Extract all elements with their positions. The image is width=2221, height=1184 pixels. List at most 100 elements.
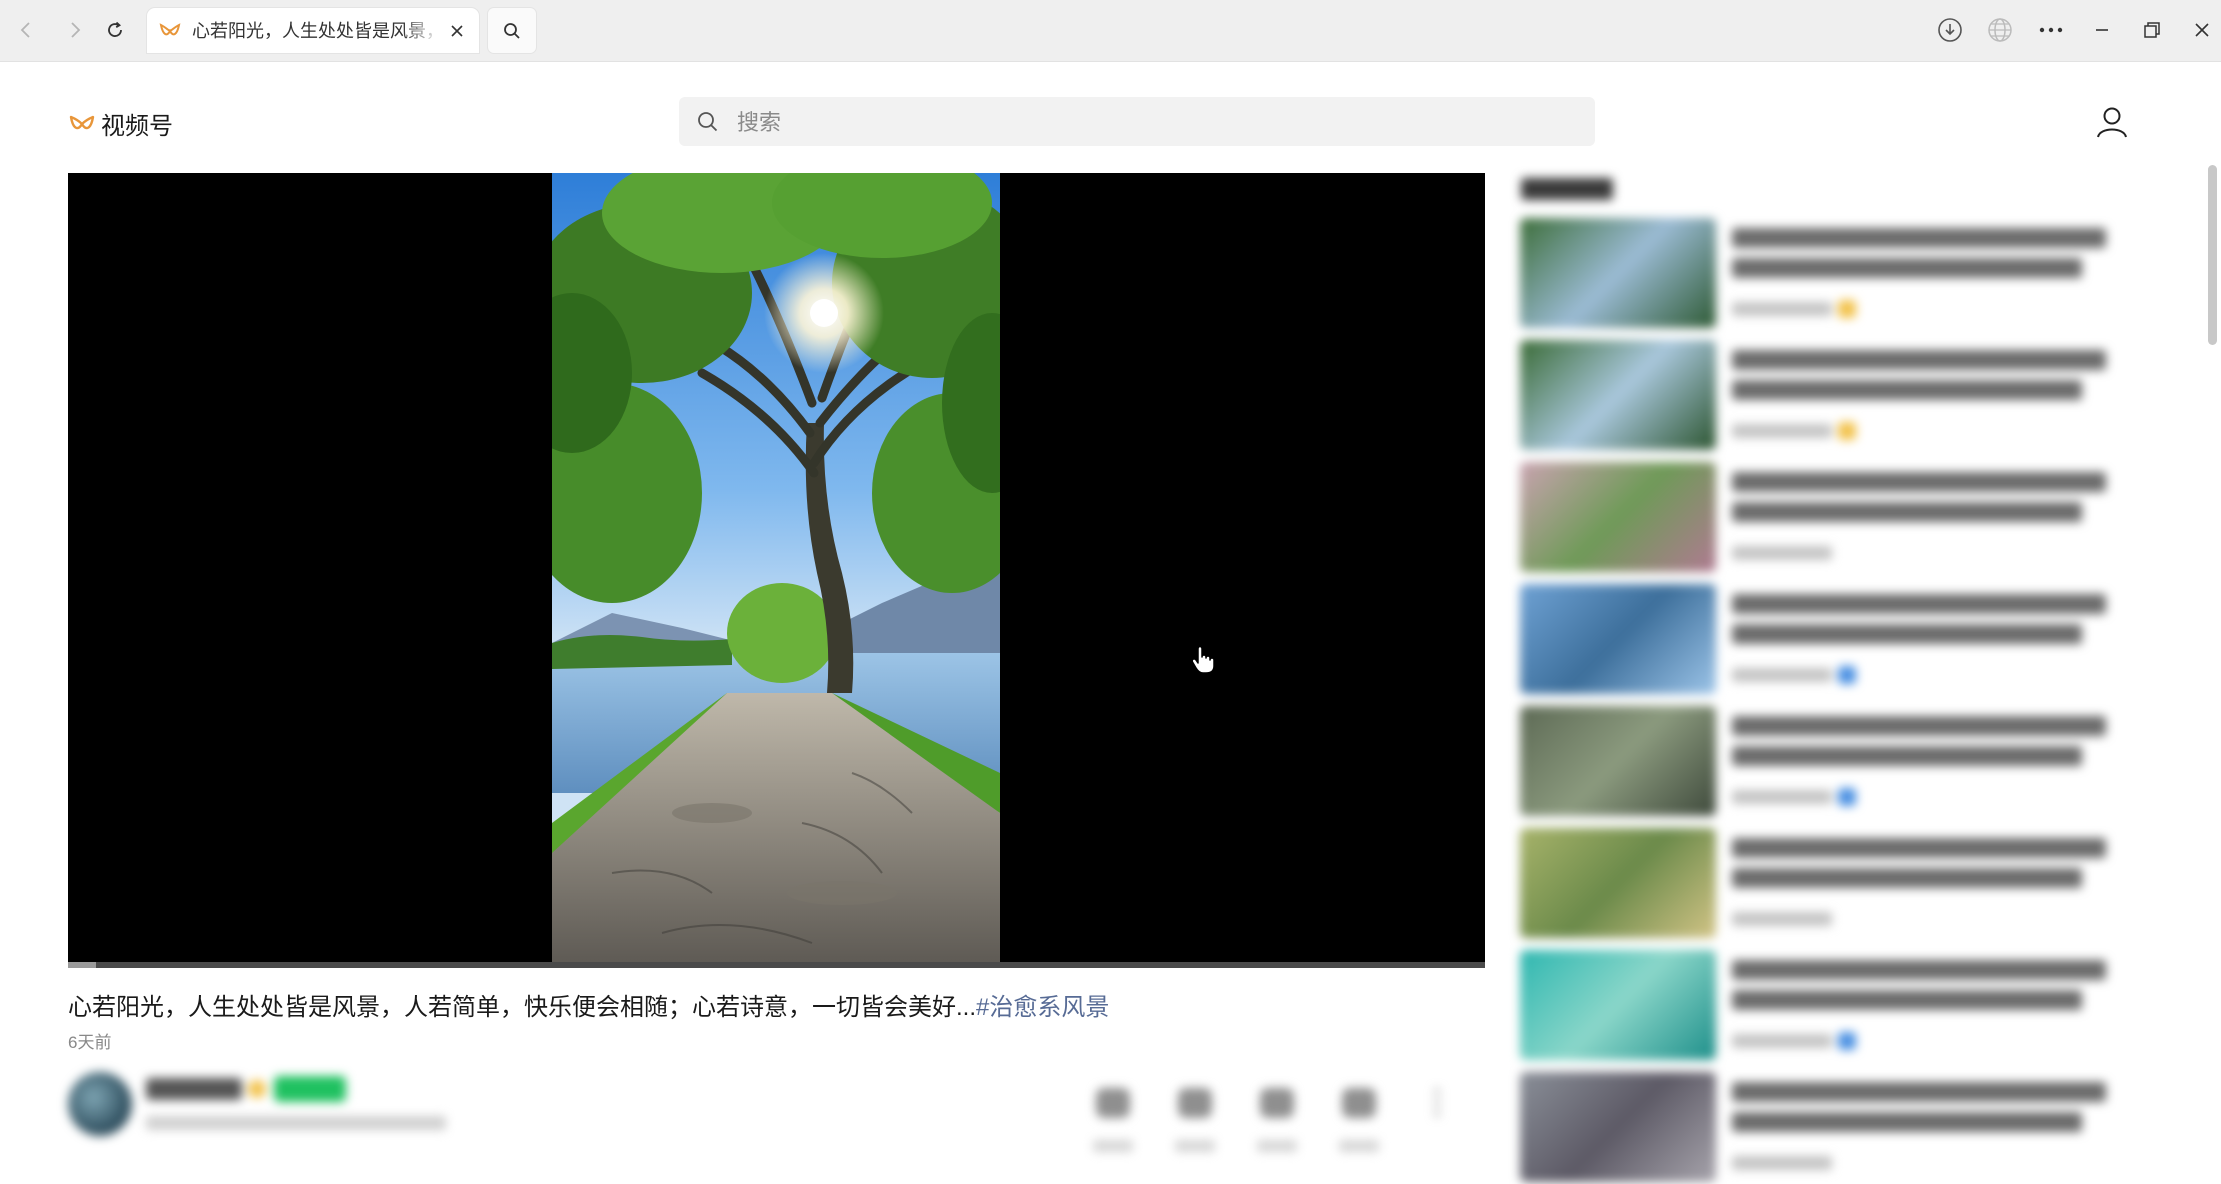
search-icon [504, 22, 520, 39]
recommended-thumbnail[interactable] [1520, 462, 1716, 572]
search-icon [698, 112, 718, 132]
recommended-thumbnail[interactable] [1520, 218, 1716, 328]
back-button[interactable] [10, 14, 42, 46]
forward-arrow-icon [71, 22, 81, 38]
recommended-title-line [1732, 1112, 2082, 1132]
avatar[interactable] [68, 1072, 132, 1136]
comment-button[interactable] [1334, 1080, 1384, 1152]
recommended-badge-icon [1838, 1032, 1856, 1050]
recommended-thumbnail[interactable] [1520, 1072, 1716, 1182]
hand-pointer-icon [1191, 645, 1215, 674]
minimize-button[interactable] [2085, 14, 2119, 46]
recommended-meta [1732, 668, 1832, 682]
recommended-meta [1732, 546, 1832, 560]
recommended-badge-icon [1838, 422, 1856, 440]
recommended-title-line [1732, 838, 2106, 858]
recommended-title-line [1732, 472, 2106, 492]
browser-search-button[interactable] [488, 8, 536, 53]
restore-button[interactable] [2135, 14, 2169, 46]
like-button[interactable] [1088, 1080, 1138, 1152]
browser-toolbar: 心若阳光，人生处处皆是风景，人若简单，快乐便会相随；心若诗意，一切皆会美好...… [0, 0, 2221, 62]
recommended-meta [1732, 790, 1832, 804]
back-arrow-icon [20, 22, 30, 38]
tab-title: 心若阳光，人生处处皆是风景，人若简单，快乐便会相随；心若诗意，一切皆会美好...… [192, 21, 440, 41]
recommended-item[interactable] [1520, 828, 2110, 940]
video-description: 心若阳光，人生处处皆是风景，人若简单，快乐便会相随；心若诗意，一切皆会美好...… [68, 987, 1109, 1022]
recommended-title-line [1732, 960, 2106, 980]
comment-count [1339, 1140, 1379, 1152]
channels-favicon-icon [159, 23, 181, 36]
reload-button[interactable] [99, 14, 131, 46]
close-icon [2195, 23, 2209, 37]
video-frame [552, 173, 1000, 964]
minimize-icon [2096, 29, 2108, 31]
recommended-item[interactable] [1520, 706, 2110, 818]
translate-button[interactable] [1983, 14, 2017, 46]
recommended-title-line [1732, 868, 2082, 888]
favorite-button[interactable] [1252, 1080, 1302, 1152]
user-profile-button[interactable] [2094, 104, 2130, 140]
recommended-item[interactable] [1520, 462, 2110, 574]
forward-button[interactable] [59, 14, 91, 46]
page-scrollbar[interactable] [2208, 165, 2217, 345]
download-icon [1938, 18, 1962, 42]
recommended-thumbnail[interactable] [1520, 828, 1716, 938]
globe-icon [1988, 18, 2012, 42]
recommended-thumbnail[interactable] [1520, 706, 1716, 816]
recommended-title-line [1732, 380, 2082, 400]
recommended-thumbnail[interactable] [1520, 950, 1716, 1060]
author-name[interactable] [146, 1078, 242, 1100]
sidebar-title [1521, 178, 1613, 200]
user-icon [2097, 107, 2127, 138]
recommended-item[interactable] [1520, 584, 2110, 696]
share-button[interactable] [1170, 1080, 1220, 1152]
reload-icon [108, 21, 122, 37]
recommended-title-line [1732, 350, 2106, 370]
video-actions [1088, 1080, 1468, 1160]
video-player[interactable] [68, 173, 1485, 964]
thumbs-up-icon [1096, 1088, 1130, 1118]
recommended-title-line [1732, 502, 2082, 522]
recommended-thumbnail[interactable] [1520, 340, 1716, 450]
search-bar[interactable] [679, 97, 1595, 148]
heart-icon [1260, 1088, 1294, 1118]
browser-tab-active[interactable]: 心若阳光，人生处处皆是风景，人若简单，快乐便会相随；心若诗意，一切皆会美好...… [147, 8, 479, 53]
close-icon [451, 25, 463, 37]
more-menu-button[interactable] [2034, 14, 2068, 46]
video-progress-bar[interactable] [68, 962, 1485, 968]
posted-time: 6天前 [68, 1033, 112, 1052]
search-input[interactable] [735, 97, 1559, 148]
recommended-title-line [1732, 1082, 2106, 1102]
description-text: 心若阳光，人生处处皆是风景，人若简单，快乐便会相随；心若诗意，一切皆会美好... [68, 994, 977, 1021]
recommended-thumbnail[interactable] [1520, 584, 1716, 694]
recommended-title-line [1732, 716, 2106, 736]
close-window-button[interactable] [2185, 14, 2219, 46]
video-progress-fill [68, 962, 97, 968]
share-count [1175, 1140, 1215, 1152]
recommended-videos [1518, 170, 2118, 1182]
hashtag-link[interactable]: #治愈系风景 [976, 994, 1109, 1021]
recommended-title-line [1732, 624, 2082, 644]
recommended-title-line [1732, 258, 2082, 278]
recommended-item[interactable] [1520, 950, 2110, 1062]
recommended-item[interactable] [1520, 1072, 2110, 1184]
follow-badge[interactable] [274, 1076, 346, 1102]
restore-icon [2144, 22, 2160, 38]
recommended-meta [1732, 912, 1832, 926]
channels-logo[interactable]: 视频号 [69, 106, 173, 141]
recommended-item[interactable] [1520, 340, 2110, 452]
more-vertical-icon[interactable] [1434, 1086, 1440, 1120]
recommended-meta [1732, 1156, 1832, 1170]
downloads-button[interactable] [1933, 14, 1967, 46]
tab-close-button[interactable] [445, 19, 469, 43]
recommended-title-line [1732, 228, 2106, 248]
logo-text: 视频号 [101, 113, 173, 140]
author-info[interactable] [68, 1072, 488, 1142]
comment-icon [1342, 1088, 1376, 1118]
author-subtitle [146, 1116, 446, 1130]
recommended-badge-icon [1838, 788, 1856, 806]
share-icon [1178, 1088, 1212, 1118]
recommended-title-line [1732, 594, 2106, 614]
recommended-item[interactable] [1520, 218, 2110, 330]
channels-logo-icon [69, 115, 95, 129]
